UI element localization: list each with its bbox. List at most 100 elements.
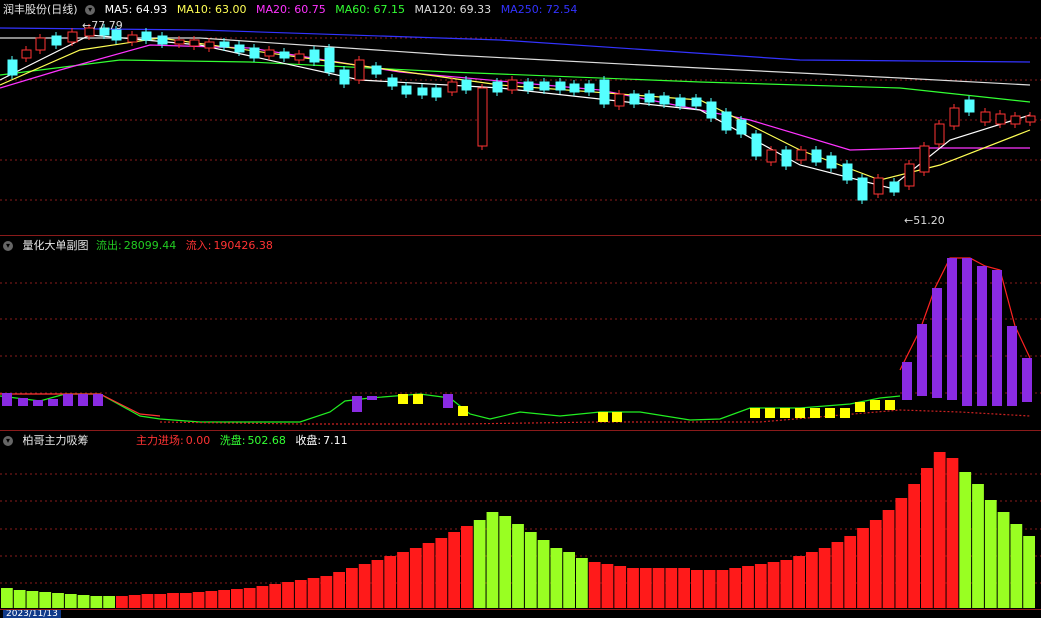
accumulation-bar xyxy=(154,594,167,608)
accumulation-bar xyxy=(461,526,473,608)
candle-down xyxy=(721,111,732,131)
wash-bar xyxy=(77,595,90,608)
high-price-label: ←77.79 xyxy=(82,19,123,32)
accumulation-bar xyxy=(691,570,703,608)
wash-bar xyxy=(576,558,588,608)
inflow-value: 190426.38 xyxy=(213,239,273,252)
accumulation-bar xyxy=(921,468,933,608)
candle-up xyxy=(980,111,991,123)
candle-up xyxy=(294,53,305,61)
arrow-icon: ← xyxy=(904,214,914,227)
main-chart-svg xyxy=(0,24,1041,204)
indicator-title: 量化大单副图 xyxy=(22,239,89,252)
candle-up xyxy=(919,145,930,173)
candle-down xyxy=(371,65,382,75)
accumulation-bar xyxy=(678,568,690,608)
candle-down xyxy=(324,47,335,73)
wash-bar xyxy=(64,594,77,608)
purple-bar xyxy=(78,394,88,406)
settings-icon[interactable]: ▾ xyxy=(85,5,96,15)
candle-down xyxy=(811,149,822,163)
candle-up xyxy=(264,49,275,57)
accumulation-bar xyxy=(243,588,256,608)
yellow-bar xyxy=(855,402,865,412)
candle-down xyxy=(234,44,245,53)
wash-bar xyxy=(550,548,563,608)
candle-down xyxy=(431,87,442,98)
wash-bar xyxy=(997,512,1010,608)
candle-down xyxy=(141,31,152,41)
accumulation-bar xyxy=(806,552,818,608)
big-order-chart-svg xyxy=(0,257,1041,425)
accumulation-bar xyxy=(767,562,780,608)
wash-bar xyxy=(972,484,984,608)
yellow-bar xyxy=(612,412,622,422)
accumulation-bar xyxy=(818,548,831,608)
purple-bar xyxy=(977,266,987,406)
accumulation-panel[interactable]: ▾ 柏哥主力吸筹 主力进场: 0.00 洗盘: 502.68 收盘: 7.11 xyxy=(0,431,1041,609)
yellow-bar xyxy=(398,394,408,404)
candle-down xyxy=(249,47,260,59)
candle-down xyxy=(417,87,428,96)
accumulation-bar xyxy=(422,543,435,608)
accumulation-bar xyxy=(346,568,358,608)
accumulation-bar xyxy=(167,593,179,608)
candle-down xyxy=(401,85,412,95)
candle-down xyxy=(889,181,900,193)
accumulation-bar xyxy=(908,484,920,608)
indicator-title: 柏哥主力吸筹 xyxy=(22,434,89,447)
accumulation-bar xyxy=(141,594,154,608)
accumulation-bar xyxy=(128,595,141,608)
accumulation-bar xyxy=(831,542,844,608)
candle-down xyxy=(7,59,18,76)
candle-up xyxy=(127,34,138,43)
candle-down xyxy=(751,133,762,157)
purple-bar xyxy=(33,400,43,406)
candle-down xyxy=(629,93,640,105)
candle-up xyxy=(477,87,488,147)
wash-bar xyxy=(1,588,13,608)
accumulation-bar xyxy=(294,580,307,608)
indicator-settings-icon[interactable]: ▾ xyxy=(3,436,13,446)
main-legend: 润丰股份(日线) ▾ MA5: 64.93 MA10: 63.00 MA20: … xyxy=(3,2,583,18)
candle-down xyxy=(842,163,853,181)
accumulation-chart-svg xyxy=(0,452,1041,608)
accumulation-bar xyxy=(320,576,333,608)
ma120-label: MA120: 69.33 xyxy=(414,3,492,16)
purple-bar xyxy=(48,399,58,406)
arrow-icon: ← xyxy=(82,19,92,32)
indicator-settings-icon[interactable]: ▾ xyxy=(3,241,13,251)
wash-bar xyxy=(984,500,997,608)
accumulation-bar xyxy=(333,572,345,608)
close-label: 收盘: xyxy=(295,434,322,447)
accumulation-bar xyxy=(435,538,448,608)
candle-down xyxy=(691,97,702,107)
big-order-panel[interactable]: ▾ 量化大单副图 流出: 28099.44 流入: 190426.38 xyxy=(0,236,1041,431)
yellow-bar xyxy=(870,400,880,410)
accumulation-bar xyxy=(192,592,205,608)
wash-bar xyxy=(103,596,115,608)
purple-bar xyxy=(917,324,927,396)
yellow-bar xyxy=(825,408,835,418)
purple-bar xyxy=(902,362,912,400)
yellow-bar xyxy=(780,408,790,418)
accumulation-bar xyxy=(397,552,409,608)
yellow-bar xyxy=(885,400,895,410)
candle-down xyxy=(279,51,290,59)
candle-down xyxy=(857,177,868,201)
accumulation-bar xyxy=(269,584,282,608)
wash-bar xyxy=(473,520,486,608)
accumulation-bar xyxy=(256,586,269,608)
wash-bar xyxy=(39,592,52,608)
wash-bar xyxy=(563,552,575,608)
purple-bar xyxy=(992,270,1002,406)
accumulation-bar xyxy=(882,510,895,608)
purple-bar xyxy=(1022,358,1032,402)
yellow-bar xyxy=(750,408,760,418)
ma60-label: MA60: 67.15 xyxy=(335,3,405,16)
wash-value: 502.68 xyxy=(247,434,286,447)
main-price-panel[interactable]: 润丰股份(日线) ▾ MA5: 64.93 MA10: 63.00 MA20: … xyxy=(0,0,1041,236)
accumulation-bar xyxy=(218,590,230,608)
main-entry-value: 0.00 xyxy=(185,434,211,447)
candle-down xyxy=(309,49,320,63)
